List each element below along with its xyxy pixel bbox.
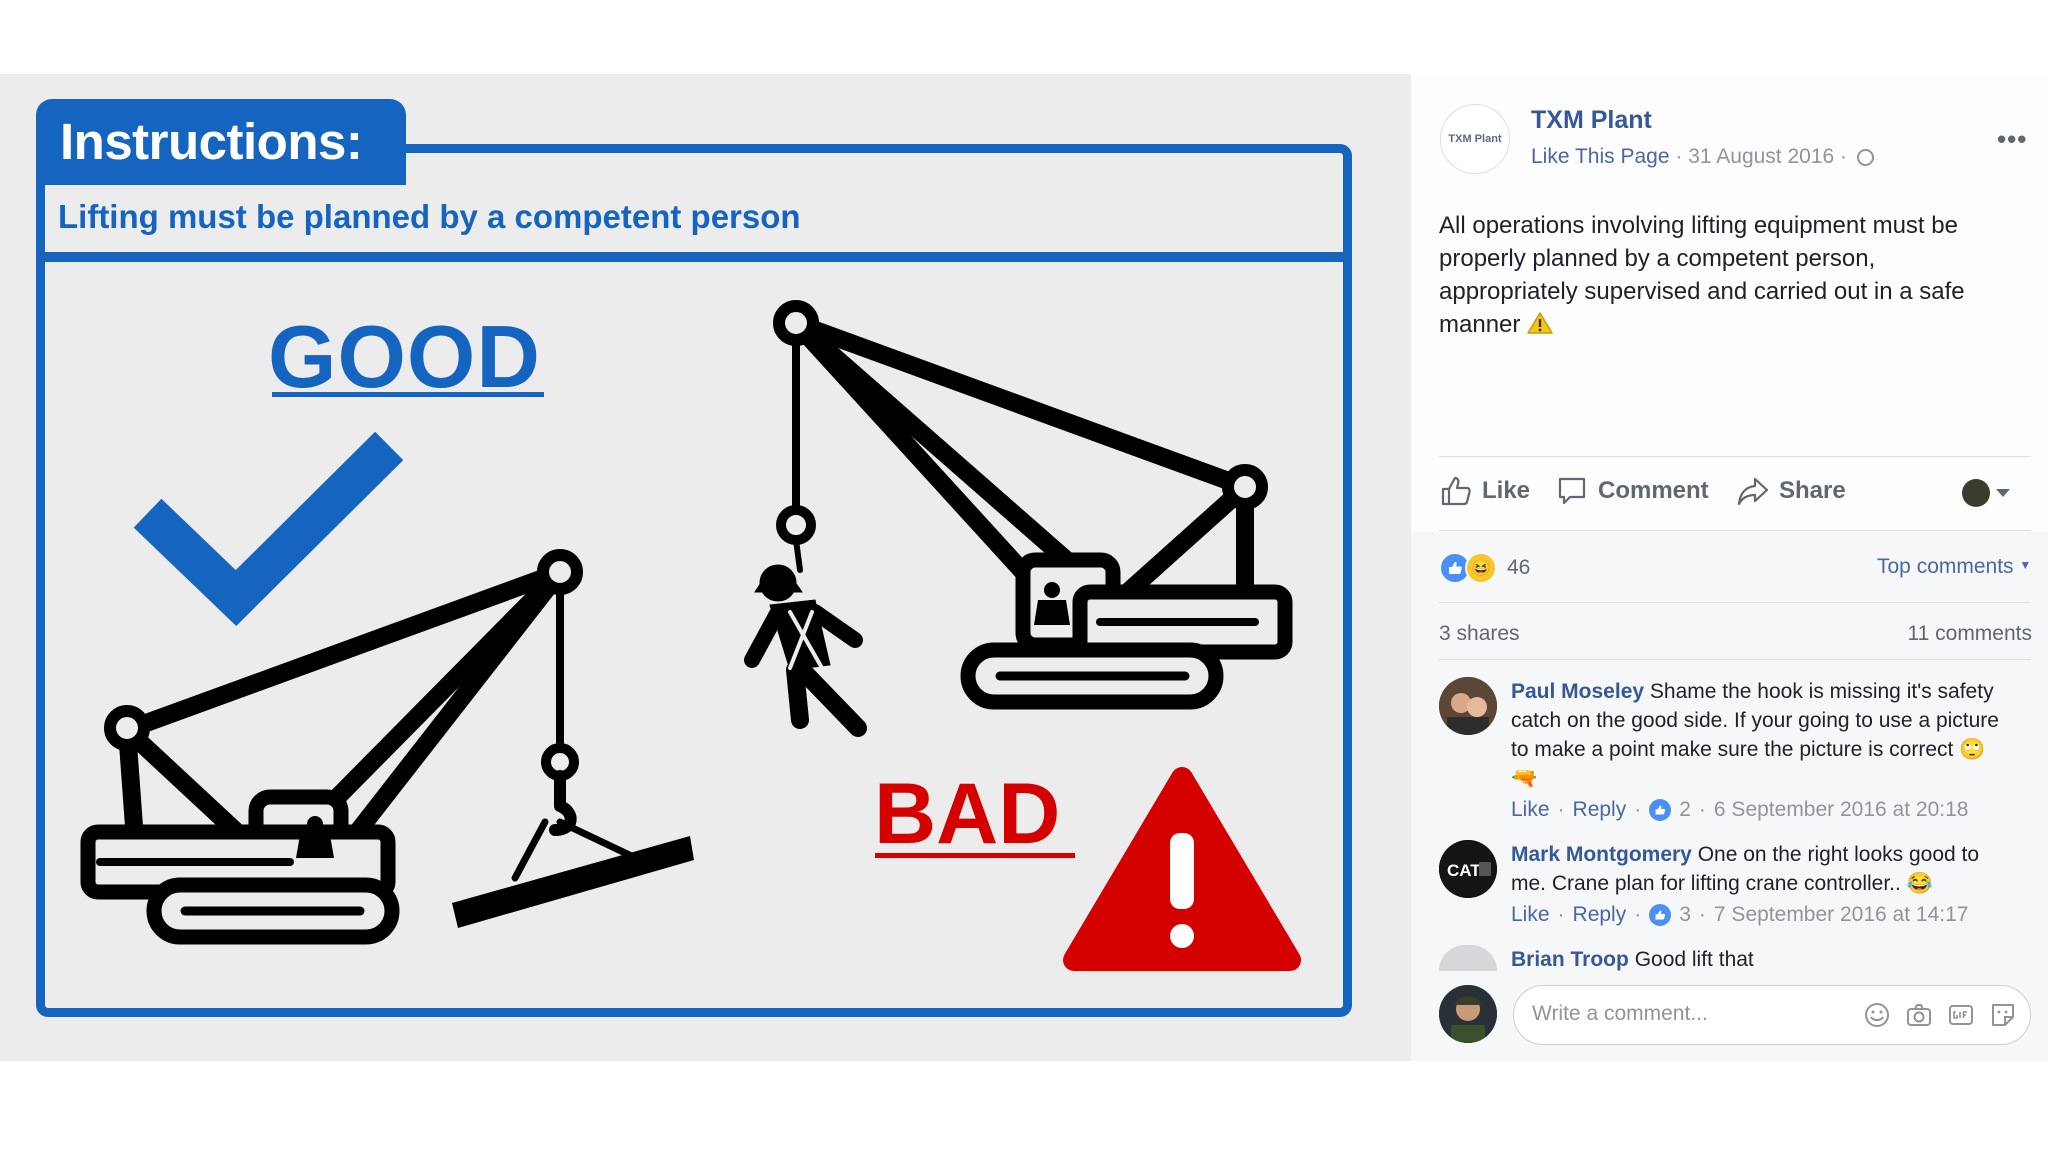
avatar-photo-icon [1439,677,1497,735]
page-name-link[interactable]: TXM Plant [1531,106,1652,135]
post-meta: Like This Page · 31 August 2016 · [1531,145,1874,169]
like-page-link[interactable]: Like This Page [1531,145,1670,168]
comment-reply-link[interactable]: Reply [1573,798,1627,822]
more-options-icon[interactable]: ••• [1997,124,2027,155]
comment: Paul Moseley Shame the hook is missing i… [1511,677,2011,793]
speech-bubble-icon [1558,477,1586,505]
post-date-link[interactable]: 31 August 2016 [1688,145,1834,168]
hanging-person-icon [744,564,867,737]
comment-avatar[interactable] [1439,677,1497,735]
meta-separator: · [1675,145,1683,168]
post-text: All operations involving lifting equipme… [1439,209,2019,341]
warning-triangle-icon [1063,767,1301,971]
poster-illustration [80,300,1301,971]
reactions-summary[interactable]: 😆 46 [1439,552,1530,584]
comments-count-link[interactable]: 11 comments [1908,622,2033,646]
comment-composer[interactable] [1513,985,2031,1045]
like-button-label: Like [1482,477,1531,504]
share-button[interactable]: Share [1737,475,1846,507]
check-mark-icon [133,431,404,626]
comment-input[interactable] [1530,1001,1834,1027]
comment-like-link[interactable]: Like [1511,903,1550,927]
shares-count-link[interactable]: 3 shares [1439,622,1520,646]
comment-reply-link[interactable]: Reply [1573,903,1627,927]
comment-author-link[interactable]: Brian Troop [1511,948,1629,971]
stats-divider [1439,602,2031,603]
cat-logo-icon: CAT [1439,840,1497,898]
comment: Brian Troop Good lift that [1511,945,2011,974]
meta-separator: · [1840,145,1848,168]
comment-emoji: 😂 [1906,872,1933,895]
user-avatar [1962,479,1990,507]
sticker-icon[interactable] [1988,1000,2018,1030]
comment: Mark Montgomery One on the right looks g… [1511,840,2011,898]
page-avatar[interactable]: TXM Plant [1440,104,1510,174]
thumbs-up-icon [1649,904,1672,926]
like-button[interactable]: Like [1440,475,1530,507]
svg-text:CAT: CAT [1447,861,1481,880]
comment-actions: Like · Reply · 2 · 6 September 2016 at 20:1… [1511,798,1969,822]
action-divider-bottom [1439,530,2031,531]
reaction-identity-selector[interactable] [1962,479,2010,507]
comment-button[interactable]: Comment [1556,475,1709,507]
comment-sort-dropdown[interactable]: Top comments ▼ [1877,555,2031,579]
haha-reaction-icon: 😆 [1465,552,1497,584]
globe-icon[interactable] [1856,149,1874,166]
camera-icon[interactable] [1904,1000,1934,1030]
current-user-avatar[interactable] [1439,985,1497,1043]
comment-sort-label: Top comments [1877,555,2014,578]
chevron-down-icon [1996,489,2010,497]
comment-actions: Like · Reply · 3 · 7 September 2016 at 14:1… [1511,903,1969,927]
comment-author-link[interactable]: Mark Montgomery [1511,843,1692,866]
page-logo-text: TXM Plant [1448,133,1502,145]
comment-timestamp[interactable]: 7 September 2016 at 14:17 [1714,903,1969,927]
share-arrow-icon [1737,477,1769,506]
comments-divider [1439,659,2031,660]
comment-text: Good lift that [1634,948,1754,971]
emoji-icon[interactable] [1862,1000,1892,1030]
comment-author-link[interactable]: Paul Moseley [1511,680,1644,703]
caret-down-icon: ▼ [2019,558,2032,572]
comment-avatar[interactable]: CAT [1439,840,1497,898]
post-body: All operations involving lifting equipme… [1439,212,1965,338]
reactions-count: 46 [1507,556,1531,579]
share-button-label: Share [1779,477,1846,504]
comment-like-count[interactable]: 3 [1679,903,1691,927]
action-divider-top [1439,456,2031,457]
comment-button-label: Comment [1598,477,1709,504]
comment-like-link[interactable]: Like [1511,798,1550,822]
comment-timestamp[interactable]: 6 September 2016 at 20:18 [1714,798,1969,822]
gif-icon[interactable] [1946,1000,1976,1030]
thumbs-up-icon [1649,799,1672,821]
comments-panel [1411,532,2048,1061]
composer-tools [1862,1000,2018,1030]
thumbs-up-icon [1441,476,1471,506]
comment-like-count[interactable]: 2 [1679,798,1691,822]
warning-emoji-icon [1527,312,1553,334]
avatar-photo-icon [1439,985,1497,1043]
